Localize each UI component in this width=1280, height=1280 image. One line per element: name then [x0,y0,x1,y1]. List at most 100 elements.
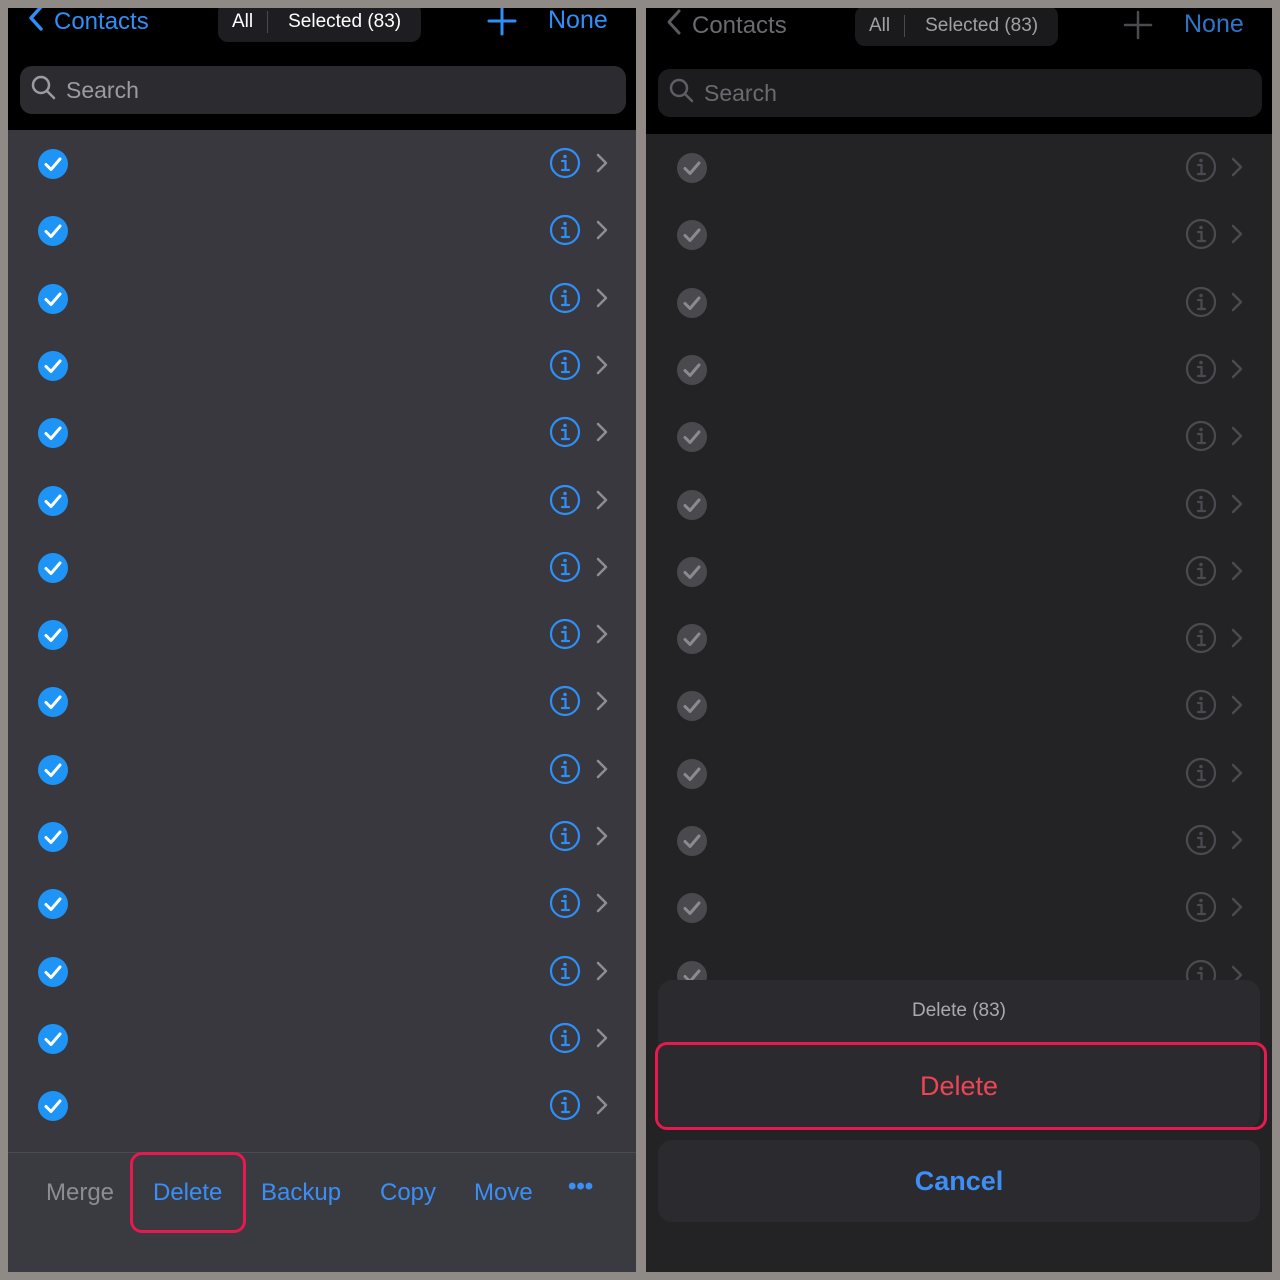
info-icon[interactable] [549,887,581,919]
checkmark-circle-icon[interactable] [37,350,69,382]
contact-row[interactable] [8,130,636,197]
info-icon[interactable] [549,349,581,381]
contact-row[interactable] [646,672,1272,739]
contact-row[interactable] [8,1072,636,1139]
contact-row[interactable] [646,201,1272,268]
none-button[interactable]: None [548,8,608,35]
info-icon[interactable] [1185,420,1217,452]
info-icon[interactable] [549,551,581,583]
contact-row[interactable] [646,403,1272,470]
more-button[interactable]: ••• [568,1173,593,1201]
contact-row[interactable] [8,467,636,534]
checkmark-circle-icon[interactable] [37,148,69,180]
contact-row[interactable] [646,740,1272,807]
info-icon[interactable] [549,214,581,246]
backup-button[interactable]: Backup [261,1179,341,1207]
search-field[interactable]: Search [658,69,1262,117]
info-icon[interactable] [1185,689,1217,721]
checkmark-circle-icon[interactable] [676,287,708,319]
info-icon[interactable] [549,685,581,717]
checkmark-circle-icon[interactable] [676,623,708,655]
checkmark-circle-icon[interactable] [676,354,708,386]
checkmark-circle-icon[interactable] [37,956,69,988]
contact-row[interactable] [8,736,636,803]
checkmark-circle-icon[interactable] [676,152,708,184]
segment-all[interactable]: All [218,8,267,42]
segment-selected[interactable]: Selected (83) [268,8,421,42]
info-icon[interactable] [1185,824,1217,856]
info-icon[interactable] [549,955,581,987]
cancel-button[interactable]: Cancel [658,1140,1260,1222]
checkmark-circle-icon[interactable] [37,283,69,315]
checkmark-circle-icon[interactable] [37,417,69,449]
info-icon[interactable] [1185,286,1217,318]
info-icon[interactable] [1185,151,1217,183]
contact-row[interactable] [8,399,636,466]
checkmark-circle-icon[interactable] [676,421,708,453]
contact-row[interactable] [8,1005,636,1072]
checkmark-circle-icon[interactable] [37,686,69,718]
checkmark-circle-icon[interactable] [37,1023,69,1055]
contact-row[interactable] [646,874,1272,941]
contact-row[interactable] [8,534,636,601]
chevron-right-icon [595,489,609,511]
plus-icon[interactable] [1123,10,1153,40]
info-icon[interactable] [549,282,581,314]
checkmark-circle-icon[interactable] [676,219,708,251]
plus-icon[interactable] [487,8,517,36]
merge-button[interactable]: Merge [46,1179,114,1207]
contact-row[interactable] [646,605,1272,672]
contact-row[interactable] [646,807,1272,874]
contact-row[interactable] [8,332,636,399]
contact-row[interactable] [646,269,1272,336]
info-icon[interactable] [549,618,581,650]
info-icon[interactable] [1185,555,1217,587]
copy-button[interactable]: Copy [380,1179,436,1207]
search-field[interactable]: Search [20,66,626,114]
checkmark-circle-icon[interactable] [37,552,69,584]
info-icon[interactable] [549,416,581,448]
none-button[interactable]: None [1184,10,1244,39]
checkmark-circle-icon[interactable] [37,1090,69,1122]
checkmark-circle-icon[interactable] [676,556,708,588]
checkmark-circle-icon[interactable] [676,690,708,722]
contact-row[interactable] [8,870,636,937]
contact-row[interactable] [646,538,1272,605]
info-icon[interactable] [1185,757,1217,789]
segment-all[interactable]: All [855,8,904,46]
checkmark-circle-icon[interactable] [37,888,69,920]
checkmark-circle-icon[interactable] [37,821,69,853]
back-button[interactable]: Contacts [664,8,787,43]
move-button[interactable]: Move [474,1179,533,1207]
info-icon[interactable] [1185,891,1217,923]
contact-row[interactable] [646,336,1272,403]
info-icon[interactable] [549,1022,581,1054]
contact-row[interactable] [8,668,636,735]
checkmark-circle-icon[interactable] [676,825,708,857]
checkmark-circle-icon[interactable] [37,754,69,786]
checkmark-circle-icon[interactable] [676,758,708,790]
contact-row[interactable] [8,197,636,264]
contact-row[interactable] [8,803,636,870]
info-icon[interactable] [1185,353,1217,385]
contact-row[interactable] [646,134,1272,201]
checkmark-circle-icon[interactable] [676,892,708,924]
info-icon[interactable] [549,1089,581,1121]
contact-row[interactable] [8,938,636,1005]
info-icon[interactable] [1185,218,1217,250]
checkmark-circle-icon[interactable] [37,485,69,517]
segment-selected[interactable]: Selected (83) [905,8,1058,46]
contact-row[interactable] [646,471,1272,538]
contact-row[interactable] [8,601,636,668]
checkmark-circle-icon[interactable] [37,215,69,247]
info-icon[interactable] [549,753,581,785]
contact-row[interactable] [8,265,636,332]
back-button[interactable]: Contacts [26,8,149,39]
info-icon[interactable] [1185,622,1217,654]
info-icon[interactable] [549,820,581,852]
checkmark-circle-icon[interactable] [676,489,708,521]
info-icon[interactable] [549,484,581,516]
info-icon[interactable] [1185,488,1217,520]
info-icon[interactable] [549,147,581,179]
checkmark-circle-icon[interactable] [37,619,69,651]
